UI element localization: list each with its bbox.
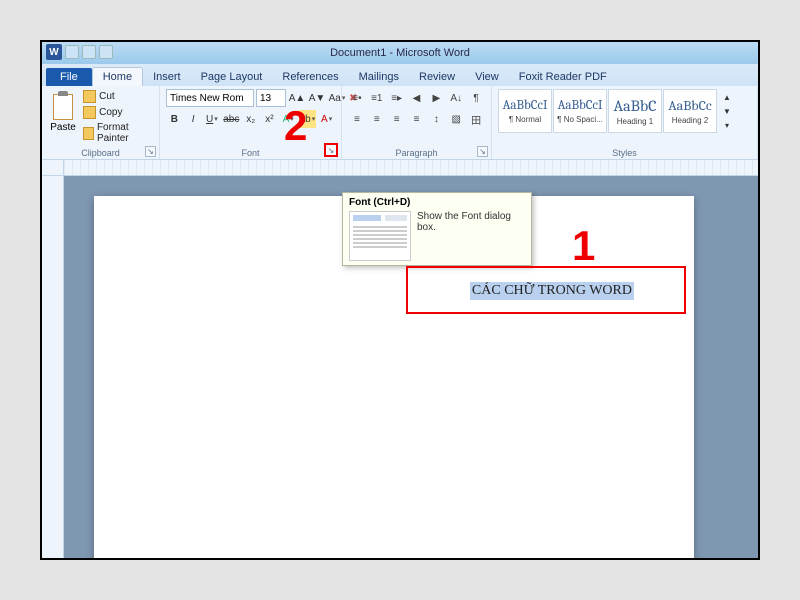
style-normal[interactable]: AaBbCcI¶ Normal — [498, 89, 552, 133]
cut-button[interactable]: Cut — [80, 89, 153, 104]
tooltip-preview-icon — [349, 211, 411, 261]
ribbon-tabs: File Home Insert Page Layout References … — [42, 64, 758, 86]
justify-button[interactable]: ≡ — [408, 110, 426, 128]
clipboard-launcher-icon[interactable]: ↘ — [145, 146, 156, 157]
shrink-font-button[interactable]: A▼ — [308, 89, 326, 107]
paste-button[interactable]: Paste — [48, 89, 78, 141]
bullets-button[interactable]: ≡• — [348, 89, 366, 107]
sort-button[interactable]: A↓ — [447, 89, 465, 107]
group-label-styles: Styles — [492, 148, 757, 158]
style-nospacing[interactable]: AaBbCcI¶ No Spaci... — [553, 89, 607, 133]
show-marks-button[interactable]: ¶ — [467, 89, 485, 107]
copy-button[interactable]: Copy — [80, 105, 153, 120]
tab-page-layout[interactable]: Page Layout — [191, 68, 273, 86]
tab-mailings[interactable]: Mailings — [349, 68, 409, 86]
tooltip-font-dialog: Font (Ctrl+D) Show the Font dialog box. — [342, 192, 532, 266]
tab-review[interactable]: Review — [409, 68, 465, 86]
group-label-font: Font — [160, 148, 341, 158]
window-title: Document1 - Microsoft Word — [330, 47, 470, 59]
copy-icon — [83, 106, 96, 119]
annotation-2: 2 — [284, 102, 307, 150]
annotation-box-1 — [406, 266, 686, 314]
scissors-icon — [83, 90, 96, 103]
ruler-horizontal[interactable] — [42, 160, 758, 176]
tab-foxit[interactable]: Foxit Reader PDF — [509, 68, 617, 86]
undo-icon[interactable] — [82, 45, 96, 59]
annotation-1: 1 — [572, 222, 595, 270]
borders-button[interactable]: 田 — [467, 110, 485, 128]
font-size-select[interactable] — [256, 89, 286, 107]
tab-home[interactable]: Home — [92, 67, 143, 86]
paragraph-launcher-icon[interactable]: ↘ — [477, 146, 488, 157]
styles-scroll-up-icon[interactable]: ▲ — [718, 91, 736, 103]
save-icon[interactable] — [65, 45, 79, 59]
tab-insert[interactable]: Insert — [143, 68, 191, 86]
tooltip-title: Font (Ctrl+D) — [349, 197, 525, 208]
numbering-button[interactable]: ≡1 — [368, 89, 386, 107]
group-label-paragraph: Paragraph — [342, 148, 491, 158]
bold-button[interactable]: B — [166, 110, 183, 128]
font-color-button[interactable]: A — [318, 110, 335, 128]
decrease-indent-button[interactable]: ◀ — [408, 89, 426, 107]
style-heading1[interactable]: AaBbCHeading 1 — [608, 89, 662, 133]
styles-more-icon[interactable]: ▾ — [718, 119, 736, 131]
quick-access-toolbar: W — [46, 44, 113, 60]
italic-button[interactable]: I — [185, 110, 202, 128]
brush-icon — [83, 127, 94, 140]
strike-button[interactable]: abc — [222, 110, 240, 128]
font-name-select[interactable] — [166, 89, 254, 107]
shading-button[interactable]: ▧ — [447, 110, 465, 128]
clipboard-icon — [53, 94, 73, 120]
align-left-button[interactable]: ≡ — [348, 110, 366, 128]
line-spacing-button[interactable]: ↕ — [427, 110, 445, 128]
word-icon[interactable]: W — [46, 44, 62, 60]
group-clipboard: Paste Cut Copy Format Painter Clipboard … — [42, 86, 160, 159]
titlebar: W Document1 - Microsoft Word — [42, 42, 758, 64]
font-dialog-launcher-icon[interactable]: ↘ — [324, 143, 338, 157]
tooltip-desc: Show the Font dialog box. — [417, 211, 525, 261]
styles-scroll-down-icon[interactable]: ▼ — [718, 105, 736, 117]
style-heading2[interactable]: AaBbCcHeading 2 — [663, 89, 717, 133]
tab-references[interactable]: References — [272, 68, 348, 86]
superscript-button[interactable]: x² — [261, 110, 278, 128]
group-styles: AaBbCcI¶ Normal AaBbCcI¶ No Spaci... AaB… — [492, 86, 758, 159]
tab-view[interactable]: View — [465, 68, 509, 86]
underline-button[interactable]: U — [204, 110, 221, 128]
group-paragraph: ≡• ≡1 ≡▸ ◀ ▶ A↓ ¶ ≡ ≡ ≡ ≡ ↕ ▧ 田 Paragrap… — [342, 86, 492, 159]
format-painter-button[interactable]: Format Painter — [80, 121, 153, 145]
multilevel-button[interactable]: ≡▸ — [388, 89, 406, 107]
redo-icon[interactable] — [99, 45, 113, 59]
ribbon: Paste Cut Copy Format Painter Clipboard … — [42, 86, 758, 160]
tab-file[interactable]: File — [46, 68, 92, 86]
ruler-vertical[interactable] — [42, 176, 64, 558]
align-right-button[interactable]: ≡ — [388, 110, 406, 128]
align-center-button[interactable]: ≡ — [368, 110, 386, 128]
paste-label: Paste — [50, 122, 76, 133]
app-window: W Document1 - Microsoft Word File Home I… — [40, 40, 760, 560]
subscript-button[interactable]: x₂ — [242, 110, 259, 128]
group-label-clipboard: Clipboard — [42, 148, 159, 158]
group-font: A▲ A▼ Aa ✖ B I U abc x₂ x² A ab A Font ↘ — [160, 86, 342, 159]
increase-indent-button[interactable]: ▶ — [427, 89, 445, 107]
